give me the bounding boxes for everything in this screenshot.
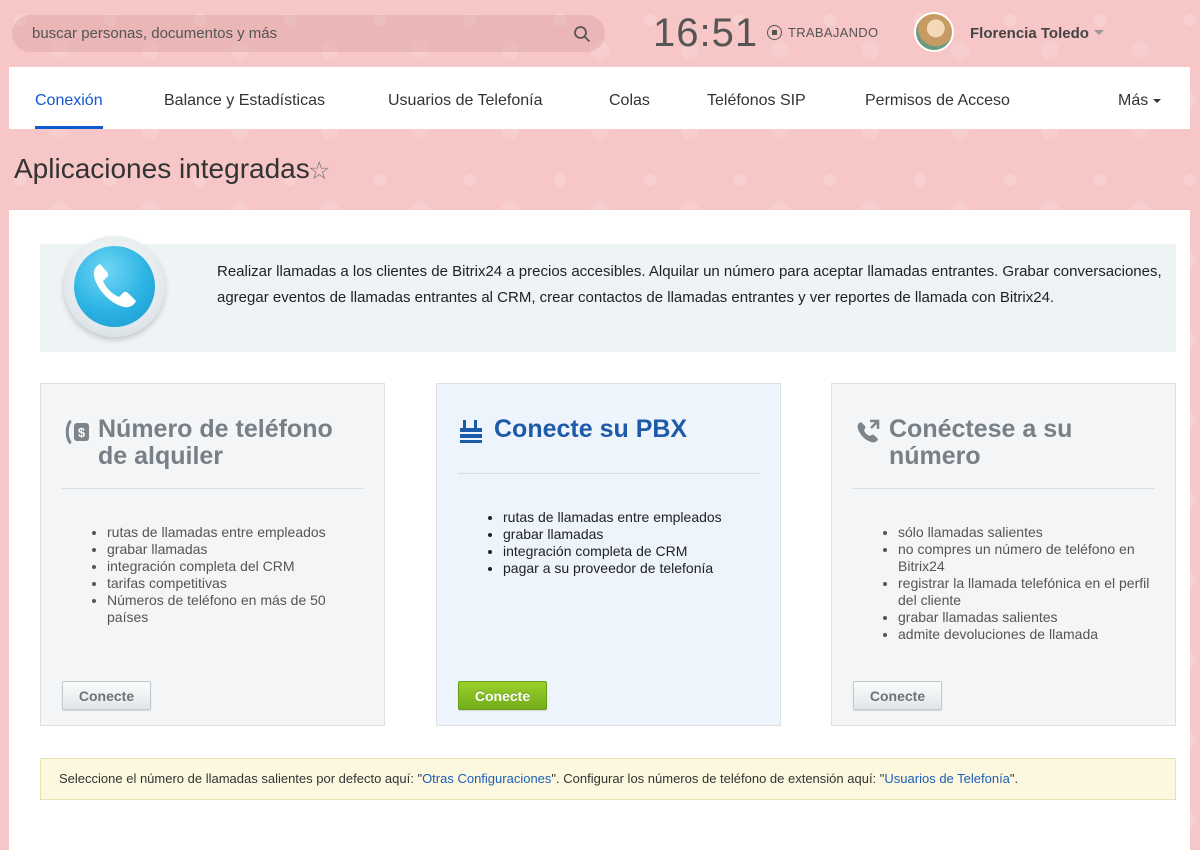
intro-banner: Realizar llamadas a los clientes de Bitr… [40,244,1176,352]
divider [62,488,363,489]
tab-telefonos-sip[interactable]: Teléfonos SIP [707,67,806,129]
tab-more[interactable]: Más [1118,67,1162,129]
list-item: integración completa del CRM [107,558,367,575]
list-item: no compres un número de teléfono en Bitr… [898,541,1158,575]
nav-tabs: Conexión Balance y Estadísticas Usuarios… [9,67,1190,129]
page-title: Aplicaciones integradas [14,153,310,184]
list-item: registrar la llamada telefónica en el pe… [898,575,1158,609]
phone-arrow-icon [857,419,880,443]
clock: 16:51 [653,11,759,55]
divider [458,473,759,474]
connect-pbx-button[interactable]: Conecte [458,681,547,710]
notice-text: ". Configurar los números de teléfono de… [551,771,885,786]
user-name[interactable]: Florencia Toledo [970,25,1089,42]
list-item: rutas de llamadas entre empleados [107,524,367,541]
search-input[interactable] [32,15,572,52]
record-icon [767,25,782,40]
card-title: Conéctese a su número [889,415,1073,470]
pbx-icon [460,420,482,443]
feature-list: rutas de llamadas entre empleados grabar… [503,509,763,577]
list-item: rutas de llamadas entre empleados [503,509,763,526]
notice-bar: Seleccione el número de llamadas salient… [40,758,1176,800]
notice-text: Seleccione el número de llamadas salient… [59,771,423,786]
dollar-phone-icon: $ [65,419,89,445]
tab-more-label: Más [1118,92,1149,109]
list-item: admite devoluciones de llamada [898,626,1158,643]
card-title: Número de teléfono de alquiler [98,415,333,470]
card-title: Conecte su PBX [494,415,688,443]
telephone-icon [64,236,165,337]
list-item: sólo llamadas salientes [898,524,1158,541]
connect-rent-button[interactable]: Conecte [62,681,151,710]
list-item: pagar a su proveedor de telefonía [503,560,763,577]
divider [853,488,1154,489]
chevron-down-icon[interactable] [1094,30,1104,35]
tab-usuarios[interactable]: Usuarios de Telefonía [388,67,542,129]
tab-balance[interactable]: Balance y Estadísticas [164,67,325,129]
top-bar: 16:51 TRABAJANDO Florencia Toledo [0,0,1200,66]
feature-list: sólo llamadas salientes no compres un nú… [898,524,1158,643]
search-box[interactable] [12,15,605,52]
list-item: grabar llamadas salientes [898,609,1158,626]
tab-permisos[interactable]: Permisos de Acceso [865,67,1010,129]
search-icon[interactable] [573,25,591,43]
connect-own-number-button[interactable]: Conecte [853,681,942,710]
card-own-number: Conéctese a su número sólo llamadas sali… [831,383,1176,726]
notice-text: ". [1009,771,1019,786]
work-status[interactable]: TRABAJANDO [767,25,878,40]
card-rent-number: $ Número de teléfono de alquiler rutas d… [40,383,385,726]
work-status-label: TRABAJANDO [788,25,879,40]
feature-list: rutas de llamadas entre empleados grabar… [107,524,367,626]
tab-colas[interactable]: Colas [609,67,650,129]
chevron-down-icon [1153,98,1162,103]
list-item: grabar llamadas [503,526,763,543]
intro-text: Realizar llamadas a los clientes de Bitr… [217,263,1162,306]
tab-conexion[interactable]: Conexión [35,67,103,129]
main-panel: Realizar llamadas a los clientes de Bitr… [9,210,1190,850]
list-item: integración completa de CRM [503,543,763,560]
list-item: Números de teléfono en más de 50 países [107,592,367,626]
star-icon[interactable]: ☆ [308,156,330,186]
list-item: tarifas competitivas [107,575,367,592]
telephony-users-link[interactable]: Usuarios de Telefonía [884,771,1010,786]
card-pbx: Conecte su PBX rutas de llamadas entre e… [436,383,781,726]
other-settings-link[interactable]: Otras Configuraciones [422,771,551,786]
list-item: grabar llamadas [107,541,367,558]
avatar[interactable] [914,12,954,52]
svg-text:$: $ [78,425,86,440]
